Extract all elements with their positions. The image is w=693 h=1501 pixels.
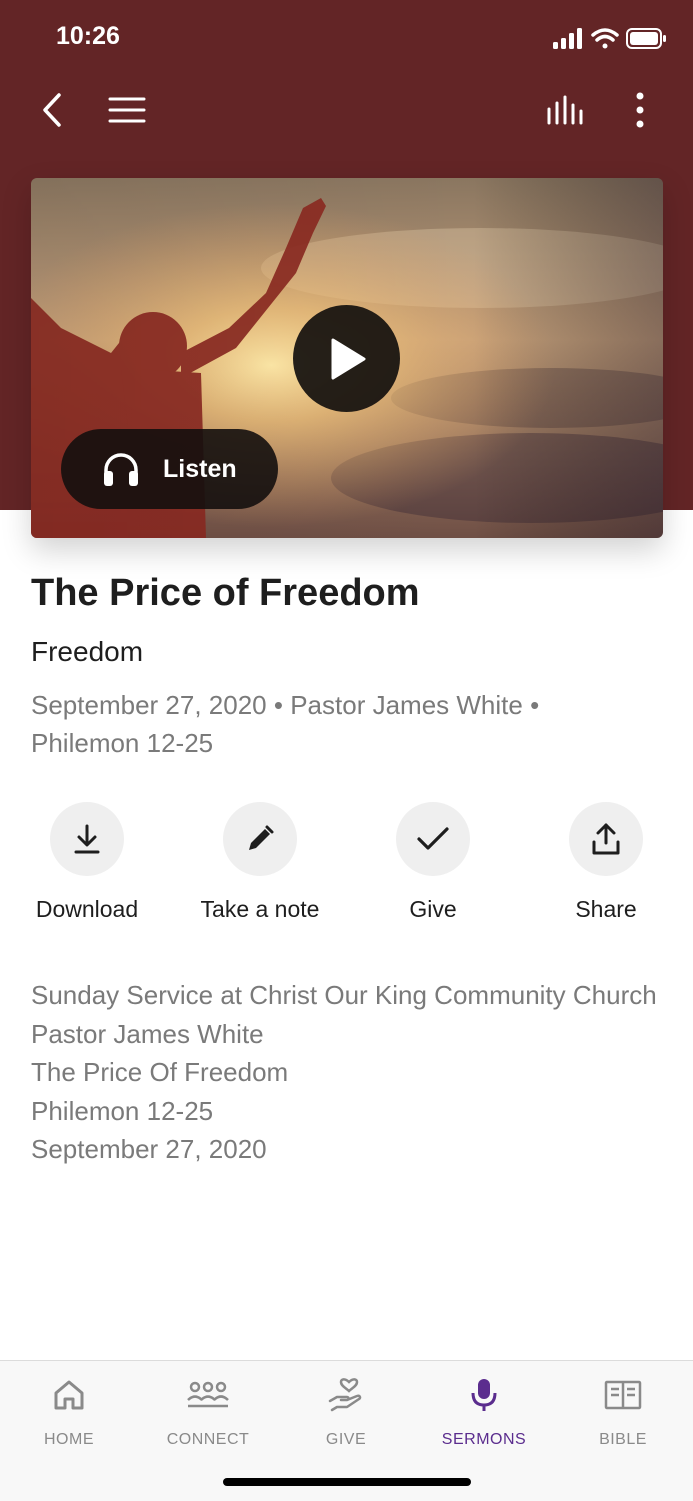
- meta-separator: •: [530, 690, 540, 720]
- tab-sermons-label: SERMONS: [441, 1431, 527, 1448]
- status-time: 10:26: [56, 22, 120, 50]
- give-action-label: Give: [409, 896, 457, 922]
- tab-give-label: GIVE: [325, 1431, 367, 1448]
- home-indicator[interactable]: [223, 1478, 471, 1486]
- vertical-dots-icon: [636, 92, 644, 128]
- share-button[interactable]: Share: [521, 802, 691, 923]
- hand-heart-icon: [277, 1375, 415, 1415]
- sermon-title: The Price of Freedom: [31, 572, 420, 614]
- checkmark-icon: [396, 802, 470, 876]
- signal-icon: [553, 28, 582, 49]
- sermon-description: Sunday Service at Christ Our King Commun…: [31, 976, 661, 1169]
- description-line: Pastor James White: [31, 1018, 264, 1049]
- meta-separator: •: [273, 690, 283, 720]
- wifi-icon: [591, 28, 619, 49]
- description-line: The Price Of Freedom: [31, 1057, 289, 1087]
- sermon-date: September 27, 2020: [31, 690, 267, 720]
- hamburger-icon: [108, 97, 146, 123]
- tab-sermons[interactable]: SERMONS: [415, 1375, 553, 1449]
- description-line: September 27, 2020: [31, 1134, 267, 1164]
- listen-label: Listen: [163, 454, 237, 483]
- play-button[interactable]: [293, 305, 400, 412]
- microphone-icon: [415, 1375, 553, 1415]
- sermon-media-card: Listen: [31, 178, 663, 538]
- download-icon: [50, 802, 124, 876]
- battery-icon: [626, 28, 666, 49]
- menu-button[interactable]: [100, 88, 154, 132]
- status-icons: [553, 26, 667, 52]
- share-icon: [569, 802, 643, 876]
- back-button[interactable]: [28, 88, 76, 132]
- take-note-button[interactable]: Take a note: [175, 802, 345, 923]
- sermon-series: Freedom: [31, 636, 144, 667]
- sermon-speaker: Pastor James White: [290, 690, 523, 720]
- tab-give[interactable]: GIVE: [277, 1375, 415, 1449]
- sermon-meta: September 27, 2020 • Pastor James White …: [31, 686, 651, 762]
- tab-home[interactable]: HOME: [0, 1375, 138, 1449]
- tab-bible[interactable]: BIBLE: [554, 1375, 692, 1449]
- pencil-icon: [223, 802, 297, 876]
- chevron-left-icon: [43, 93, 61, 127]
- share-label: Share: [575, 896, 637, 922]
- download-button[interactable]: Download: [2, 802, 172, 923]
- audio-bars-icon: [547, 95, 583, 125]
- home-icon: [0, 1375, 138, 1415]
- more-options-button[interactable]: [620, 88, 660, 132]
- tab-connect[interactable]: CONNECT: [139, 1375, 277, 1449]
- listen-button[interactable]: Listen: [61, 429, 278, 509]
- tab-bible-label: BIBLE: [599, 1431, 647, 1448]
- status-bar: 10:26: [0, 0, 693, 80]
- give-action-button[interactable]: Give: [348, 802, 518, 923]
- download-label: Download: [35, 896, 139, 922]
- audio-player-button[interactable]: [540, 88, 592, 132]
- tab-home-label: HOME: [44, 1431, 94, 1448]
- book-icon: [554, 1375, 692, 1415]
- description-line: Philemon 12-25: [31, 1095, 214, 1126]
- take-note-label: Take a note: [200, 896, 320, 922]
- description-line: Sunday Service at Christ Our King Commun…: [31, 980, 657, 1010]
- play-icon: [331, 338, 365, 379]
- people-icon: [139, 1375, 277, 1415]
- tab-connect-label: CONNECT: [166, 1431, 250, 1448]
- headphones-icon: [101, 450, 141, 488]
- sermon-passage: Philemon 12-25: [31, 728, 214, 758]
